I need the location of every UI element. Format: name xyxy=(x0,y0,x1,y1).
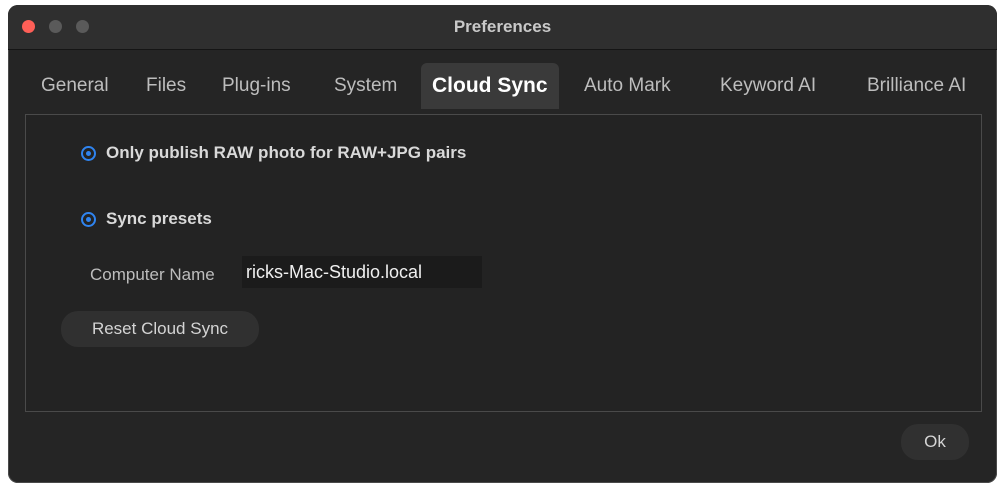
tab-files[interactable]: Files xyxy=(146,63,186,109)
raw-only-label: Only publish RAW photo for RAW+JPG pairs xyxy=(106,143,467,162)
tab-general[interactable]: General xyxy=(41,63,109,109)
sync-presets-label: Sync presets xyxy=(106,209,212,228)
close-window-button[interactable] xyxy=(22,20,35,33)
raw-only-option[interactable]: Only publish RAW photo for RAW+JPG pairs xyxy=(81,142,466,164)
minimize-window-button[interactable] xyxy=(49,20,62,33)
tab-plug-ins[interactable]: Plug-ins xyxy=(222,63,291,109)
title-bar[interactable]: Preferences xyxy=(8,5,997,50)
tab-brilliance-ai[interactable]: Brilliance AI xyxy=(867,63,966,109)
zoom-window-button[interactable] xyxy=(76,20,89,33)
raw-only-radio[interactable] xyxy=(81,145,96,161)
computer-name-field[interactable] xyxy=(242,256,482,288)
ok-button[interactable]: Ok xyxy=(901,424,969,460)
tab-cloud-sync[interactable]: Cloud Sync xyxy=(421,63,559,109)
tab-auto-mark[interactable]: Auto Mark xyxy=(584,63,671,109)
window-title: Preferences xyxy=(453,17,552,36)
tab-keyword-ai[interactable]: Keyword AI xyxy=(720,63,816,109)
reset-cloud-sync-button[interactable]: Reset Cloud Sync xyxy=(61,311,259,347)
sync-presets-option[interactable]: Sync presets xyxy=(81,208,212,230)
computer-name-label: Computer Name xyxy=(90,265,215,284)
cloud-sync-panel: Only publish RAW photo for RAW+JPG pairs… xyxy=(25,114,982,412)
tab-bar: General Files Plug-ins System Cloud Sync… xyxy=(8,63,997,109)
tab-system[interactable]: System xyxy=(334,63,397,109)
sync-presets-radio[interactable] xyxy=(81,211,96,227)
preferences-window: Preferences General Files Plug-ins Syste… xyxy=(8,5,997,483)
